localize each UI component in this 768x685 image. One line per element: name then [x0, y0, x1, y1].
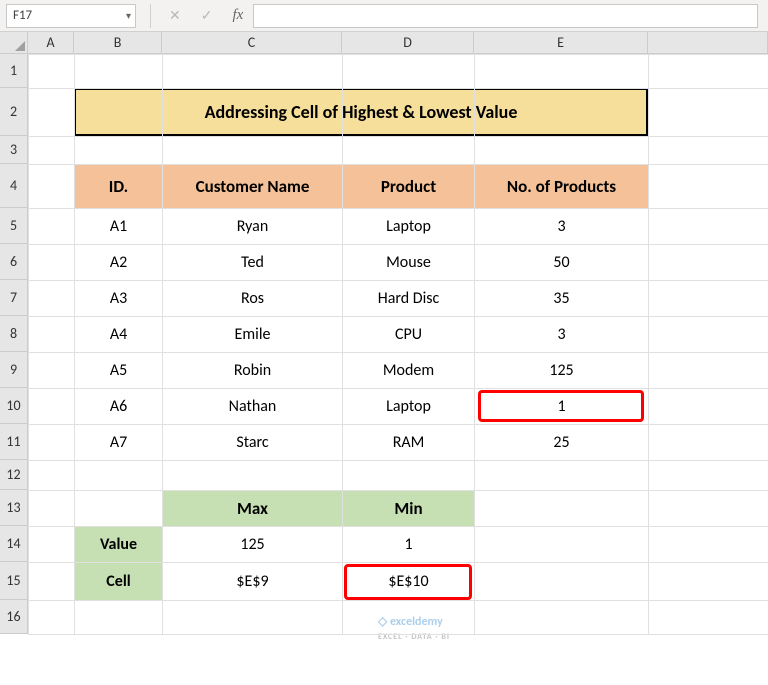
- cell[interactable]: 125: [163, 527, 343, 563]
- cell[interactable]: A1: [75, 209, 163, 245]
- cell[interactable]: Ted: [163, 245, 343, 281]
- title-text: Addressing Cell of Highest & Lowest Valu…: [205, 101, 518, 123]
- cell[interactable]: A2: [75, 245, 163, 281]
- cancel-icon: ✕: [169, 7, 181, 24]
- enter-icon: ✓: [201, 7, 213, 24]
- table-row: A4EmileCPU3: [75, 317, 649, 353]
- cell[interactable]: A4: [75, 317, 163, 353]
- col-header-blank[interactable]: [648, 32, 768, 53]
- row-header-7[interactable]: 7: [0, 280, 28, 316]
- name-box-value: F17: [13, 8, 32, 23]
- cell[interactable]: Hard Disc: [343, 281, 475, 317]
- cell[interactable]: 25: [475, 425, 649, 461]
- summary-header-row: MaxMin: [75, 491, 475, 527]
- cell[interactable]: Modem: [343, 353, 475, 389]
- row-header-5[interactable]: 5: [0, 208, 28, 244]
- cell[interactable]: A3: [75, 281, 163, 317]
- summary-header-0: [75, 491, 163, 527]
- cell[interactable]: Ryan: [163, 209, 343, 245]
- table-row: A6NathanLaptop1: [75, 389, 649, 425]
- row-header-10[interactable]: 10: [0, 388, 28, 424]
- cells[interactable]: Addressing Cell of Highest & Lowest Valu…: [28, 54, 768, 634]
- name-box[interactable]: F17 ▾: [6, 4, 136, 28]
- cell[interactable]: Ros: [163, 281, 343, 317]
- select-all-corner[interactable]: [0, 32, 28, 53]
- main-header-1: Customer Name: [163, 165, 343, 209]
- cell[interactable]: Laptop: [343, 389, 475, 425]
- row-headers: 12345678910111213141516: [0, 54, 28, 634]
- table-row: A3RosHard Disc35: [75, 281, 649, 317]
- table-row: A1RyanLaptop3: [75, 209, 649, 245]
- table-row: A2TedMouse50: [75, 245, 649, 281]
- row-header-13[interactable]: 13: [0, 490, 28, 526]
- row-header-6[interactable]: 6: [0, 244, 28, 280]
- cell[interactable]: 3: [475, 317, 649, 353]
- col-header-B[interactable]: B: [74, 32, 162, 53]
- cell[interactable]: Nathan: [163, 389, 343, 425]
- table-row: Value1251: [75, 527, 475, 563]
- name-box-dropdown-icon[interactable]: ▾: [126, 9, 131, 22]
- cell[interactable]: CPU: [343, 317, 475, 353]
- title-cell: Addressing Cell of Highest & Lowest Valu…: [74, 88, 648, 136]
- summary-header-2: Min: [343, 491, 475, 527]
- row-header-4[interactable]: 4: [0, 164, 28, 208]
- cell[interactable]: 50: [475, 245, 649, 281]
- cell[interactable]: Emile: [163, 317, 343, 353]
- main-header-3: No. of Products: [475, 165, 649, 209]
- cell[interactable]: 3: [475, 209, 649, 245]
- row-header-8[interactable]: 8: [0, 316, 28, 352]
- row-header-2[interactable]: 2: [0, 88, 28, 136]
- row-header-11[interactable]: 11: [0, 424, 28, 460]
- cell[interactable]: 35: [475, 281, 649, 317]
- cell[interactable]: $E$9: [163, 563, 343, 601]
- cell[interactable]: RAM: [343, 425, 475, 461]
- row-header-3[interactable]: 3: [0, 136, 28, 164]
- main-header-0: ID.: [75, 165, 163, 209]
- summary-table: MaxMin Value1251Cell$E$9$E$10: [74, 490, 475, 601]
- row-header-9[interactable]: 9: [0, 352, 28, 388]
- cell[interactable]: A6: [75, 389, 163, 425]
- main-header-2: Product: [343, 165, 475, 209]
- divider: [150, 4, 151, 28]
- column-headers: ABCDE: [0, 32, 768, 54]
- cell[interactable]: Cell: [75, 563, 163, 601]
- cell[interactable]: A5: [75, 353, 163, 389]
- summary-header-1: Max: [163, 491, 343, 527]
- formula-input[interactable]: [253, 4, 758, 28]
- cell[interactable]: Mouse: [343, 245, 475, 281]
- col-header-E[interactable]: E: [474, 32, 648, 53]
- cell[interactable]: A7: [75, 425, 163, 461]
- col-header-C[interactable]: C: [162, 32, 342, 53]
- cell[interactable]: Value: [75, 527, 163, 563]
- cell[interactable]: 125: [475, 353, 649, 389]
- formula-bar: F17 ▾ ✕ ✓ fx: [0, 0, 768, 32]
- table-header-row: ID.Customer NameProductNo. of Products: [75, 165, 649, 209]
- row-header-16[interactable]: 16: [0, 600, 28, 634]
- cell[interactable]: $E$10: [343, 563, 475, 601]
- table-row: Cell$E$9$E$10: [75, 563, 475, 601]
- cell[interactable]: 1: [475, 389, 649, 425]
- table-row: A5RobinModem125: [75, 353, 649, 389]
- col-header-D[interactable]: D: [342, 32, 474, 53]
- row-header-14[interactable]: 14: [0, 526, 28, 562]
- grid-area: 12345678910111213141516 Addressing Cell …: [0, 54, 768, 634]
- cell[interactable]: Laptop: [343, 209, 475, 245]
- table-row: A7StarcRAM25: [75, 425, 649, 461]
- watermark: ◇ exceldemy EXCEL · DATA · BI: [378, 614, 450, 643]
- fx-icon[interactable]: fx: [232, 7, 243, 24]
- row-header-12[interactable]: 12: [0, 460, 28, 490]
- cell[interactable]: Starc: [163, 425, 343, 461]
- cell[interactable]: 1: [343, 527, 475, 563]
- col-header-A[interactable]: A: [28, 32, 74, 53]
- row-header-15[interactable]: 15: [0, 562, 28, 600]
- row-header-1[interactable]: 1: [0, 54, 28, 88]
- cell[interactable]: Robin: [163, 353, 343, 389]
